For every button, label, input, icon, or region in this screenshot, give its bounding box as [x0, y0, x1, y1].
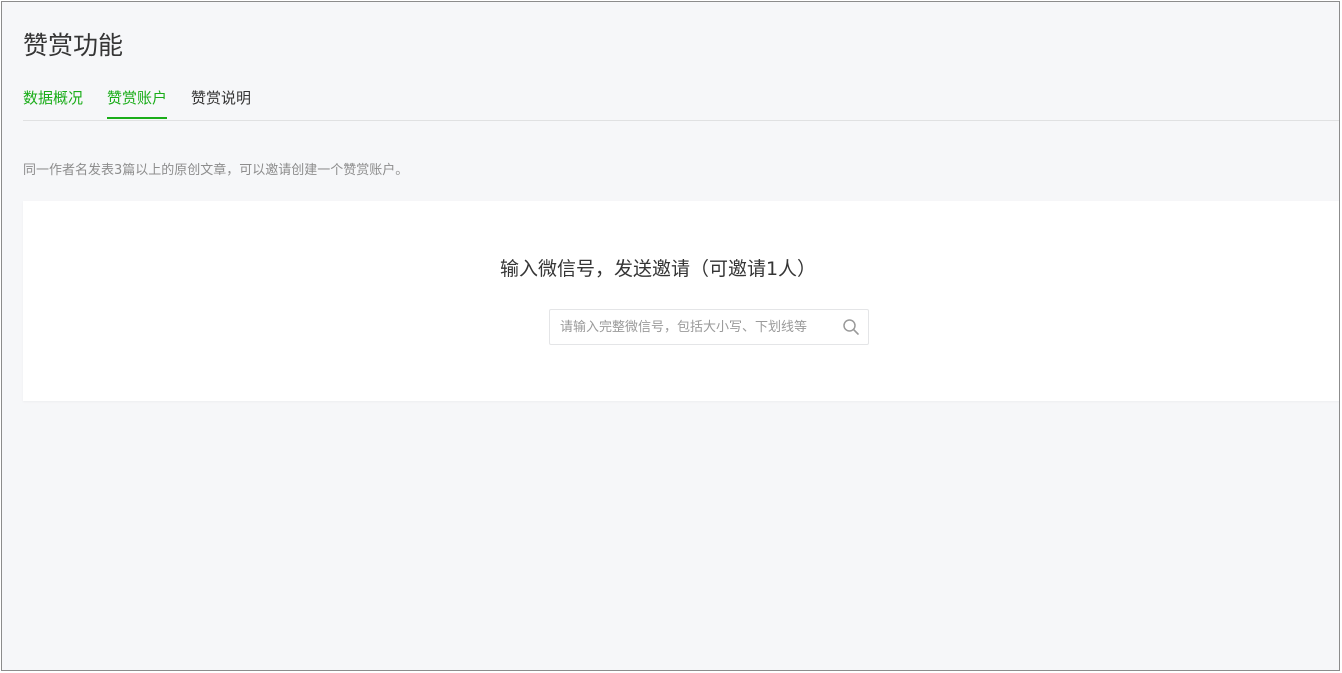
wechat-id-input[interactable]	[560, 310, 826, 344]
search-icon[interactable]	[842, 318, 860, 336]
tab-data-overview[interactable]: 数据概况	[23, 86, 83, 119]
wechat-id-search-box	[549, 309, 869, 345]
page-title: 赞赏功能	[23, 31, 124, 60]
tab-bar: 数据概况 赞赏账户 赞赏说明	[23, 86, 1339, 121]
app-frame: 赞赏功能 数据概况 赞赏账户 赞赏说明 同一作者名发表3篇以上的原创文章，可以邀…	[1, 1, 1340, 671]
eligibility-tip: 同一作者名发表3篇以上的原创文章，可以邀请创建一个赞赏账户。	[23, 163, 409, 178]
tab-reward-account[interactable]: 赞赏账户	[107, 86, 168, 119]
invite-card: 输入微信号，发送邀请（可邀请1人）	[23, 201, 1339, 401]
tab-reward-description[interactable]: 赞赏说明	[191, 86, 251, 119]
invite-heading: 输入微信号，发送邀请（可邀请1人）	[499, 258, 817, 280]
